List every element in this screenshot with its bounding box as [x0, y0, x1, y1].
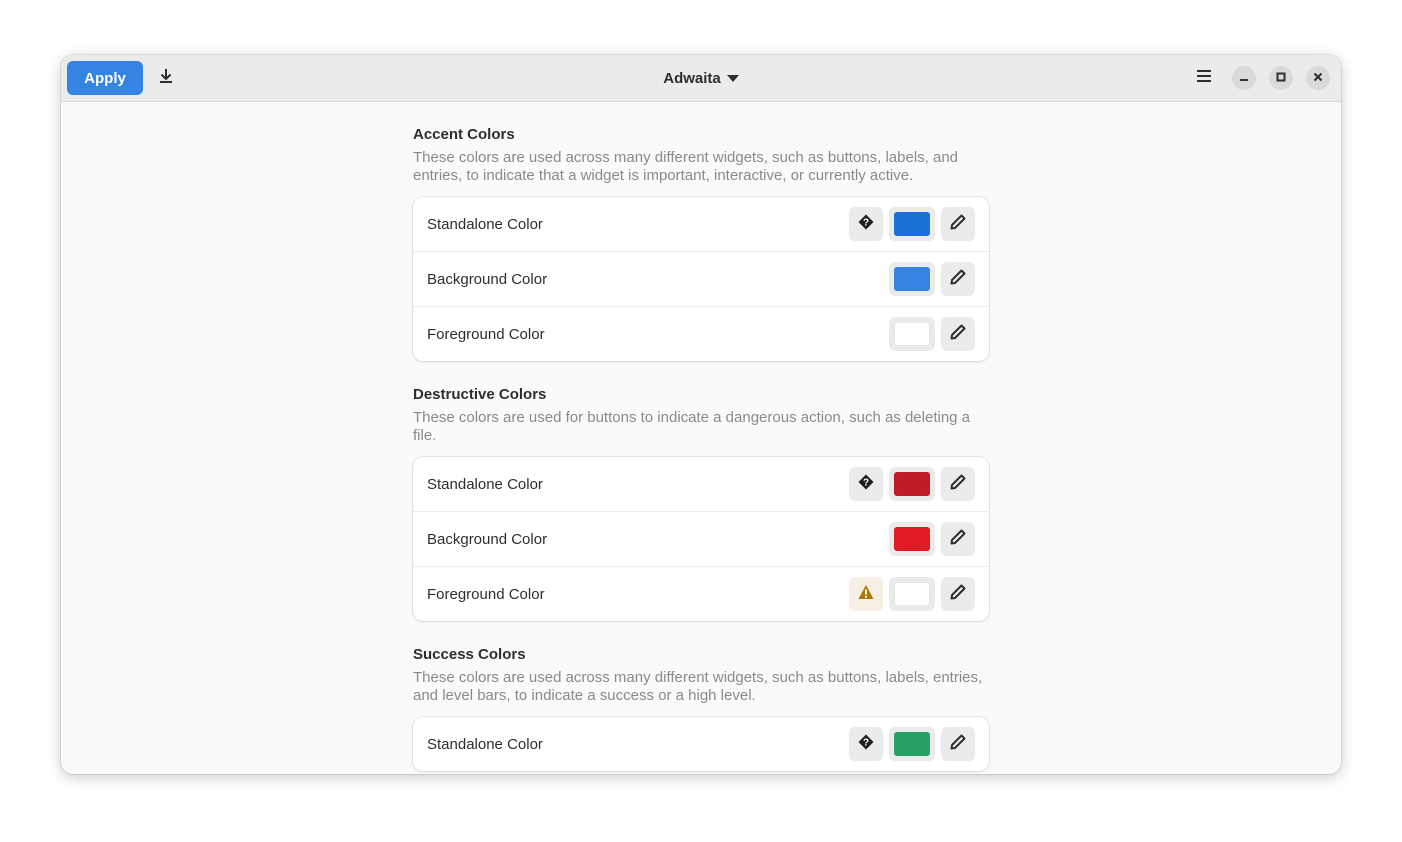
color-row: Background Color — [413, 511, 989, 566]
color-row: Foreground Color — [413, 566, 989, 621]
color-swatch — [894, 527, 930, 551]
apply-button[interactable]: Apply — [67, 61, 143, 95]
minimize-button[interactable] — [1232, 66, 1256, 90]
edit-color-button[interactable] — [941, 467, 975, 501]
color-swatch-button[interactable] — [889, 262, 935, 296]
help-icon: ? — [858, 474, 874, 495]
app-window: Apply Adwaita Accent Colors These colors… — [61, 55, 1341, 774]
color-section: Destructive Colors These colors are used … — [413, 385, 989, 621]
color-row: Standalone Color? — [413, 197, 989, 251]
color-row-label: Background Color — [427, 530, 548, 548]
pencil-icon — [950, 734, 966, 755]
color-swatch-button[interactable] — [889, 317, 935, 351]
edit-color-button[interactable] — [941, 317, 975, 351]
color-swatch-button[interactable] — [889, 522, 935, 556]
pencil-icon — [950, 269, 966, 290]
edit-color-button[interactable] — [941, 262, 975, 296]
pencil-icon — [950, 214, 966, 235]
close-icon — [1313, 69, 1323, 87]
download-icon — [158, 68, 174, 89]
section-description: These colors are used across many differ… — [413, 149, 959, 184]
section-title: Accent Colors — [413, 126, 515, 143]
warning-icon — [858, 584, 874, 605]
hamburger-menu-icon — [1196, 69, 1212, 88]
color-list: Standalone Color? Background Color Foregro… — [413, 197, 989, 361]
help-icon: ? — [858, 734, 874, 755]
theme-selector-dropdown[interactable]: Adwaita — [655, 66, 747, 91]
color-row-label: Standalone Color — [427, 475, 543, 493]
svg-text:?: ? — [863, 477, 869, 488]
section-title: Destructive Colors — [413, 386, 547, 403]
help-button[interactable]: ? — [849, 207, 883, 241]
color-swatch — [894, 582, 930, 606]
triangle-down-icon — [726, 70, 739, 87]
color-row-label: Foreground Color — [427, 325, 545, 343]
help-button[interactable]: ? — [849, 467, 883, 501]
maximize-button[interactable] — [1269, 66, 1293, 90]
color-row: Standalone Color? — [413, 717, 989, 771]
window-title: Adwaita — [663, 69, 721, 87]
color-swatch — [894, 732, 930, 756]
color-section: Success Colors These colors are used acro… — [413, 645, 989, 771]
download-button[interactable] — [149, 61, 183, 95]
help-icon: ? — [858, 214, 874, 235]
section-description: These colors are used for buttons to ind… — [413, 409, 971, 444]
color-section: Accent Colors These colors are used acros… — [413, 125, 989, 361]
contrast-warning-button[interactable] — [849, 577, 883, 611]
color-row-label: Background Color — [427, 270, 548, 288]
color-swatch — [894, 212, 930, 236]
color-row-label: Foreground Color — [427, 585, 545, 603]
color-swatch — [894, 322, 930, 346]
color-list: Standalone Color? Background Color Foregro… — [413, 457, 989, 621]
color-row: Background Color — [413, 251, 989, 306]
color-swatch-button[interactable] — [889, 207, 935, 241]
main-menu-button[interactable] — [1187, 61, 1221, 95]
color-swatch-button[interactable] — [889, 727, 935, 761]
edit-color-button[interactable] — [941, 207, 975, 241]
pencil-icon — [950, 529, 966, 550]
section-description: These colors are used across many differ… — [413, 669, 983, 704]
color-row-label: Standalone Color — [427, 215, 543, 233]
header-bar: Apply Adwaita — [61, 55, 1341, 102]
minimize-icon — [1239, 69, 1249, 87]
color-swatch — [894, 472, 930, 496]
color-swatch-button[interactable] — [889, 577, 935, 611]
pencil-icon — [950, 474, 966, 495]
color-list: Standalone Color? — [413, 717, 989, 771]
help-button[interactable]: ? — [849, 727, 883, 761]
edit-color-button[interactable] — [941, 727, 975, 761]
svg-text:?: ? — [863, 217, 869, 228]
edit-color-button[interactable] — [941, 522, 975, 556]
color-swatch-button[interactable] — [889, 467, 935, 501]
svg-text:?: ? — [863, 737, 869, 748]
maximize-icon — [1276, 69, 1286, 87]
pencil-icon — [950, 324, 966, 345]
edit-color-button[interactable] — [941, 577, 975, 611]
close-button[interactable] — [1306, 66, 1330, 90]
color-row: Standalone Color? — [413, 457, 989, 511]
color-row-label: Standalone Color — [427, 735, 543, 753]
section-title: Success Colors — [413, 646, 526, 663]
color-row: Foreground Color — [413, 306, 989, 361]
color-swatch — [894, 267, 930, 291]
pencil-icon — [950, 584, 966, 605]
